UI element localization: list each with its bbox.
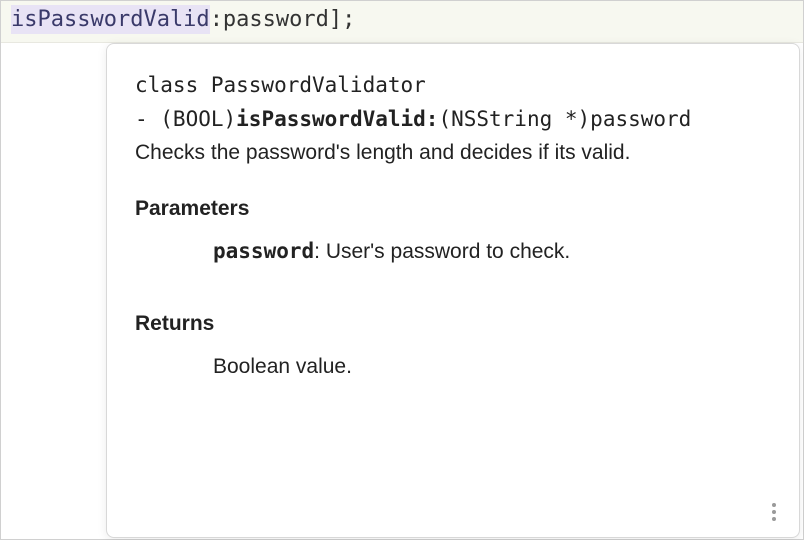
parameter-separator: :	[314, 240, 326, 263]
parameter-desc: User's password to check.	[326, 240, 570, 263]
class-prefix: class	[135, 73, 211, 97]
signature-method: isPasswordValid:	[236, 107, 438, 131]
signature-rest: (NSString *)password	[438, 107, 691, 131]
parameter-row: password: User's password to check.	[213, 236, 771, 268]
class-name: PasswordValidator	[211, 73, 426, 97]
code-rest: :password];	[210, 7, 356, 32]
returns-heading: Returns	[135, 308, 771, 340]
documentation-popup: class PasswordValidator - (BOOL)isPasswo…	[106, 43, 800, 538]
more-options-icon[interactable]	[765, 501, 783, 523]
code-line[interactable]: isPasswordValid:password];	[1, 1, 803, 43]
parameter-name: password	[213, 239, 314, 263]
doc-class-line: class PasswordValidator	[135, 70, 771, 102]
signature-prefix: - (BOOL)	[135, 107, 236, 131]
parameters-heading: Parameters	[135, 193, 771, 225]
doc-signature-line: - (BOOL)isPasswordValid:(NSString *)pass…	[135, 104, 771, 136]
doc-summary: Checks the password's length and decides…	[135, 137, 771, 169]
returns-value: Boolean value.	[213, 351, 771, 383]
highlighted-method-name: isPasswordValid	[11, 5, 210, 34]
